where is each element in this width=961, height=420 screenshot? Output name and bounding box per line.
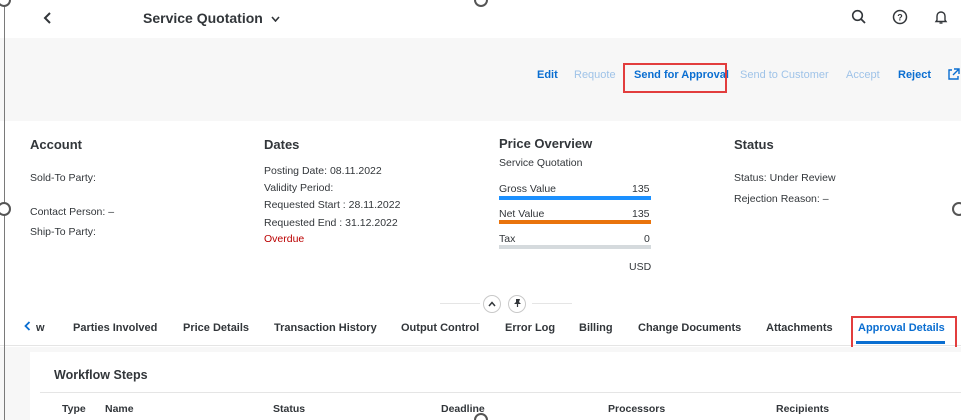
posting-value: 08.11.2022 xyxy=(329,165,382,177)
tab-overview-partial[interactable]: w xyxy=(36,322,45,334)
req-end-value: 31.12.2022 xyxy=(345,217,398,229)
tab-output-control[interactable]: Output Control xyxy=(401,322,479,334)
object-header-facets: Account Sold-To Party: Contact Person: –… xyxy=(0,121,961,296)
notification-bell-icon xyxy=(934,11,948,24)
gross-value: 135 xyxy=(632,183,650,195)
column-header-status[interactable]: Status xyxy=(273,403,305,415)
price-subtitle: Service Quotation xyxy=(499,157,583,169)
header-divider-right xyxy=(532,303,572,304)
accept-button[interactable]: Accept xyxy=(846,69,880,81)
search-icon xyxy=(851,9,866,24)
tab-change-documents[interactable]: Change Documents xyxy=(638,322,741,334)
posting-date: Posting Date: 08.11.2022 xyxy=(264,165,382,177)
tab-scroll-left-button[interactable] xyxy=(24,321,31,334)
tab-parties-involved[interactable]: Parties Involved xyxy=(73,322,157,334)
status-title: Status xyxy=(734,137,774,152)
header-divider-left xyxy=(440,303,480,304)
collapse-header-button[interactable] xyxy=(483,295,501,313)
help-icon: ? xyxy=(892,9,908,25)
status-line: Status: Under Review xyxy=(734,172,836,184)
tab-error-log[interactable]: Error Log xyxy=(505,322,555,334)
chevron-left-icon xyxy=(24,321,31,331)
req-start-value: 28.11.2022 xyxy=(348,199,401,211)
send-to-customer-button[interactable]: Send to Customer xyxy=(740,69,829,81)
requested-start: Requested Start : 28.11.2022 xyxy=(264,199,400,211)
net-value-bar xyxy=(499,220,651,224)
rejection-value: – xyxy=(822,193,829,205)
resize-handle xyxy=(952,202,961,216)
tab-price-details[interactable]: Price Details xyxy=(183,322,249,334)
net-value: 135 xyxy=(632,208,650,220)
column-header-name[interactable]: Name xyxy=(105,403,134,415)
header-toolbar: Edit Requote Send for Approval Send to C… xyxy=(0,38,961,121)
validity-label: Validity Period: xyxy=(264,182,334,194)
notifications-button[interactable] xyxy=(933,9,953,29)
column-header-processors[interactable]: Processors xyxy=(608,403,665,415)
req-start-label: Requested Start : xyxy=(264,199,346,211)
panel-divider xyxy=(40,392,961,393)
search-button[interactable] xyxy=(851,9,871,29)
tax-bar xyxy=(499,245,651,249)
svg-text:?: ? xyxy=(897,13,903,23)
tab-attachments[interactable]: Attachments xyxy=(766,322,833,334)
highlight-box xyxy=(623,63,727,93)
account-title: Account xyxy=(30,137,82,152)
edit-button[interactable]: Edit xyxy=(537,69,558,81)
contact-person: Contact Person: – xyxy=(30,206,114,218)
status-value: Under Review xyxy=(769,172,836,184)
app-title-menu[interactable]: Service Quotation xyxy=(143,10,280,26)
pin-header-button[interactable] xyxy=(508,295,526,313)
share-button[interactable] xyxy=(947,68,960,84)
ship-to-label: Ship-To Party: xyxy=(30,226,96,238)
overdue-status: Overdue xyxy=(264,233,305,245)
app-title: Service Quotation xyxy=(143,10,263,26)
status-label: Status: xyxy=(734,172,767,184)
workflow-steps-title: Workflow Steps xyxy=(54,368,148,382)
contact-value: – xyxy=(108,206,115,218)
posting-label: Posting Date: xyxy=(264,165,328,177)
net-value-label: Net Value xyxy=(499,208,545,220)
chevron-left-icon xyxy=(43,12,51,24)
sold-to-label: Sold-To Party: xyxy=(30,172,96,184)
chevron-down-icon xyxy=(271,16,280,23)
tab-bar: w Parties Involved Price Details Transac… xyxy=(0,314,961,346)
requote-button[interactable]: Requote xyxy=(574,69,616,81)
tax-value: 0 xyxy=(644,233,650,245)
help-button[interactable]: ? xyxy=(892,9,912,29)
gross-value-bar xyxy=(499,196,651,200)
gross-value-label: Gross Value xyxy=(499,183,556,195)
price-overview-title: Price Overview xyxy=(499,136,593,151)
back-button[interactable] xyxy=(38,8,58,28)
contact-label: Contact Person: xyxy=(30,206,106,218)
requested-end: Requested End : 31.12.2022 xyxy=(264,217,398,229)
chevron-up-icon xyxy=(488,301,496,307)
resize-handle xyxy=(474,413,488,420)
req-end-label: Requested End : xyxy=(264,217,343,229)
tab-billing[interactable]: Billing xyxy=(579,322,613,334)
pin-icon xyxy=(513,299,521,307)
currency: USD xyxy=(629,261,652,273)
tax-label: Tax xyxy=(499,233,516,245)
column-header-type[interactable]: Type xyxy=(62,403,86,415)
rejection-label: Rejection Reason: xyxy=(734,193,820,205)
reject-button[interactable]: Reject xyxy=(898,69,931,81)
tab-transaction-history[interactable]: Transaction History xyxy=(274,322,377,334)
dates-title: Dates xyxy=(264,137,300,152)
share-icon xyxy=(948,68,960,80)
column-header-recipients[interactable]: Recipients xyxy=(776,403,829,415)
rejection-reason: Rejection Reason: – xyxy=(734,193,829,205)
